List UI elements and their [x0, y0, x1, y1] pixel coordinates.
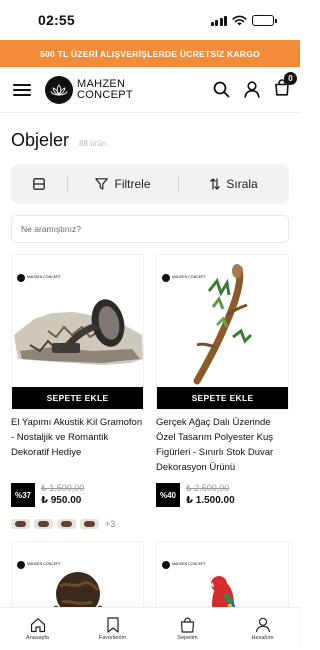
variant-swatch[interactable]: [34, 519, 53, 529]
nav-label: Sepetim: [177, 635, 198, 641]
listing-toolbar: Filtrele Sırala: [11, 164, 289, 204]
nav-label: Favorilerim: [98, 635, 127, 641]
nav-label: Hesabım: [251, 635, 274, 641]
product-count: 88 ürün: [79, 139, 107, 148]
cart-count-badge: 0: [284, 71, 297, 85]
grid-view-icon: [33, 178, 45, 190]
product-name[interactable]: Gerçek Ağaç Dalı Üzerinde Özel Tasarım P…: [156, 415, 289, 475]
product-card[interactable]: MAHZEN CONCEPT SEPETE EKLE Gerçek Ağaç D…: [156, 254, 289, 529]
variant-swatches: +3: [11, 519, 144, 529]
status-time: 02:55: [38, 12, 75, 28]
page-heading: Objeler 88 ürün: [0, 130, 300, 151]
discount-badge: %37: [11, 483, 35, 507]
lotus-logo-icon: [45, 75, 73, 104]
wifi-icon: [232, 15, 247, 25]
price-row: %37 ₺ 1.500,00 ₺ 950.00: [11, 483, 144, 507]
cellular-signal-icon: [210, 15, 227, 26]
site-logo[interactable]: MAHZEN CONCEPT: [45, 75, 133, 104]
promo-banner-text: 500 TL ÜZERİ ALIŞVERİŞLERDE ÜCRETSİZ KAR…: [40, 48, 260, 59]
status-bar: 02:55: [0, 0, 300, 40]
menu-icon[interactable]: [13, 82, 31, 98]
product-name[interactable]: El Yapımı Akustik Kil Gramofon - Nostalj…: [11, 415, 144, 475]
nav-item-account[interactable]: Hesabım: [225, 608, 300, 650]
product-watermark-logo: MAHZEN CONCEPT: [162, 274, 206, 282]
add-to-cart-button[interactable]: SEPETE EKLE: [12, 387, 143, 409]
watermark-text: MAHZEN CONCEPT: [172, 562, 206, 567]
battery-icon: [252, 14, 277, 26]
home-icon: [30, 618, 45, 633]
bottom-nav: Anasayfa Favorilerim Sepetim Hesabım: [0, 607, 300, 650]
logo-line-2: CONCEPT: [77, 88, 133, 101]
prices: ₺ 1.500,00 ₺ 950.00: [41, 483, 84, 507]
discount-badge: %40: [156, 483, 180, 507]
add-to-cart-button[interactable]: SEPETE EKLE: [157, 387, 288, 409]
watermark-text: MAHZEN CONCEPT: [172, 275, 206, 280]
sort-button[interactable]: Sırala: [179, 177, 289, 191]
product-image[interactable]: MAHZEN CONCEPT SEPETE EKLE: [11, 254, 144, 410]
variant-swatch[interactable]: [80, 519, 99, 529]
nav-item-home[interactable]: Anasayfa: [0, 608, 75, 650]
user-icon[interactable]: [244, 81, 260, 98]
bookmark-icon: [106, 617, 119, 633]
filter-label: Filtrele: [114, 177, 151, 191]
nav-label: Anasayfa: [26, 635, 49, 641]
cart-button[interactable]: 0: [274, 71, 297, 101]
product-watermark-logo: MAHZEN CONCEPT: [17, 561, 61, 569]
promo-banner[interactable]: 500 TL ÜZERİ ALIŞVERİŞLERDE ÜCRETSİZ KAR…: [0, 40, 300, 67]
filter-button[interactable]: Filtrele: [68, 177, 178, 191]
current-price: ₺ 1.500.00: [186, 495, 235, 506]
watermark-text: MAHZEN CONCEPT: [27, 562, 61, 567]
prices: ₺ 2.500,00 ₺ 1.500.00: [186, 483, 235, 507]
search-icon[interactable]: [213, 81, 230, 98]
old-price: ₺ 1.500,00: [41, 483, 85, 493]
user-icon: [255, 617, 270, 633]
price-row: %40 ₺ 2.500,00 ₺ 1.500.00: [156, 483, 289, 507]
sort-icon: [210, 178, 221, 190]
search-input[interactable]: [11, 215, 289, 243]
more-variants-count[interactable]: +3: [105, 519, 115, 529]
grid-view-toggle[interactable]: [11, 178, 67, 190]
watermark-text: MAHZEN CONCEPT: [27, 275, 61, 280]
nav-item-favorites[interactable]: Favorilerim: [75, 608, 150, 650]
page-title: Objeler: [11, 130, 70, 150]
variant-swatch[interactable]: [57, 519, 76, 529]
variant-swatch[interactable]: [11, 519, 30, 529]
status-icons: [210, 14, 277, 26]
logo-wordmark: MAHZEN CONCEPT: [77, 78, 133, 101]
nav-item-cart[interactable]: Sepetim: [150, 608, 225, 650]
product-card[interactable]: MAHZEN CONCEPT SEPETE EKLE El Yapımı Aku…: [11, 254, 144, 529]
old-price: ₺ 2.500,00: [186, 483, 230, 493]
sort-label: Sırala: [226, 177, 258, 191]
current-price: ₺ 950.00: [41, 495, 82, 506]
bag-icon: [180, 617, 195, 633]
product-watermark-logo: MAHZEN CONCEPT: [17, 274, 61, 282]
filter-icon: [95, 178, 109, 190]
header-actions: 0: [213, 71, 297, 101]
site-header: MAHZEN CONCEPT 0: [0, 67, 300, 113]
product-image[interactable]: MAHZEN CONCEPT SEPETE EKLE: [156, 254, 289, 410]
product-watermark-logo: MAHZEN CONCEPT: [162, 561, 206, 569]
product-grid: MAHZEN CONCEPT SEPETE EKLE El Yapımı Aku…: [0, 254, 300, 529]
